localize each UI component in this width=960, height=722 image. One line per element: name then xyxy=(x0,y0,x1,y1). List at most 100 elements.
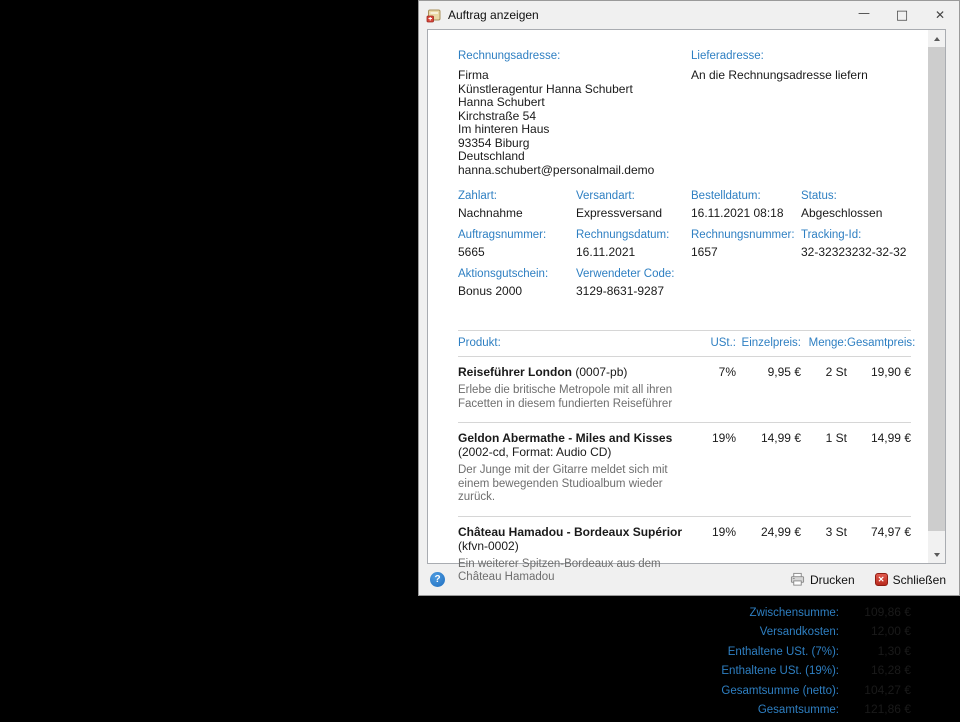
total-row-net: Gesamtsumme (netto): 104,27 € xyxy=(458,683,911,697)
field-value: 1657 xyxy=(691,245,801,259)
totals-section: Zwischensumme: 109,86 € Versandkosten: 1… xyxy=(458,605,911,717)
header-product: Produkt: xyxy=(458,331,706,357)
field-value: 16.11.2021 xyxy=(576,245,691,259)
field-row-2: Auftragsnummer: 5665 Rechnungsdatum: 16.… xyxy=(458,229,911,268)
maximize-button[interactable]: □ xyxy=(883,1,921,29)
product-quantity: 2 St xyxy=(801,357,847,423)
app-icon xyxy=(426,7,442,23)
close-icon: ✕ xyxy=(935,8,945,22)
product-cell: Geldon Abermathe - Miles and Kisses (200… xyxy=(458,423,706,517)
printer-icon xyxy=(790,572,805,587)
titlebar[interactable]: Auftrag anzeigen — □ ✕ xyxy=(419,1,959,29)
total-value: 16,28 € xyxy=(839,663,911,677)
print-button[interactable]: Drucken xyxy=(790,572,855,587)
product-total: 14,99 € xyxy=(847,423,911,517)
shipping-address-value: An die Rechnungsadresse liefern xyxy=(691,69,911,83)
field-label: Rechnungsnummer: xyxy=(691,229,801,241)
order-detail-panel: Rechnungsadresse: Firma Künstleragentur … xyxy=(427,29,946,564)
shipping-address-block: Lieferadresse: An die Rechnungsadresse l… xyxy=(691,50,911,177)
billing-line-company-type: Firma xyxy=(458,69,691,83)
field-order-date: Bestelldatum: 16.11.2021 08:18 xyxy=(691,190,801,229)
field-value: 3129-8631-9287 xyxy=(576,284,691,298)
product-name: Reiseführer London xyxy=(458,365,572,379)
print-button-label: Drucken xyxy=(810,573,855,587)
billing-line-company: Künstleragentur Hanna Schubert xyxy=(458,83,691,97)
product-name-line: Geldon Abermathe - Miles and Kisses (200… xyxy=(458,431,696,459)
product-cell: Reiseführer London (0007-pb) Erlebe die … xyxy=(458,357,706,423)
total-value: 121,86 € xyxy=(839,702,911,716)
products-table: Produkt: USt.: Einzelpreis: Menge: Gesam… xyxy=(458,330,911,596)
minimize-button[interactable]: — xyxy=(845,1,883,29)
product-unit-price: 9,95 € xyxy=(736,357,801,423)
total-row-subtotal: Zwischensumme: 109,86 € xyxy=(458,605,911,619)
product-name: Château Hamadou - Bordeaux Supérior xyxy=(458,525,682,539)
total-row-vat19: Enthaltene USt. (19%): 16,28 € xyxy=(458,663,911,677)
field-label: Tracking-Id: xyxy=(801,229,911,241)
product-row: Reiseführer London (0007-pb) Erlebe die … xyxy=(458,357,911,423)
field-payment: Zahlart: Nachnahme xyxy=(458,190,576,229)
field-shipping-method: Versandart: Expressversand xyxy=(576,190,691,229)
scrollbar-thumb[interactable] xyxy=(928,47,945,531)
field-value: Expressversand xyxy=(576,206,691,220)
product-name-line: Reiseführer London (0007-pb) xyxy=(458,365,696,379)
field-invoice-date: Rechnungsdatum: 16.11.2021 xyxy=(576,229,691,268)
billing-line-name: Hanna Schubert xyxy=(458,96,691,110)
shipping-address-label: Lieferadresse: xyxy=(691,50,911,62)
vertical-scrollbar[interactable] xyxy=(928,30,945,563)
header-unit-price: Einzelpreis: xyxy=(736,331,801,357)
total-label: Zwischensumme: xyxy=(750,607,839,619)
field-invoice-number: Rechnungsnummer: 1657 xyxy=(691,229,801,268)
product-quantity: 1 St xyxy=(801,423,847,517)
product-description: Erlebe die britische Metropole mit all i… xyxy=(458,384,696,411)
total-value: 109,86 € xyxy=(839,605,911,619)
field-label: Rechnungsdatum: xyxy=(576,229,691,241)
window-title: Auftrag anzeigen xyxy=(448,8,539,22)
caption-buttons: — □ ✕ xyxy=(845,1,959,29)
total-label: Enthaltene USt. (7%): xyxy=(728,646,839,658)
product-vat: 7% xyxy=(706,357,736,423)
product-name: Geldon Abermathe - Miles and Kisses xyxy=(458,431,672,445)
scroll-up-button[interactable] xyxy=(928,30,945,47)
field-label: Bestelldatum: xyxy=(691,190,801,202)
billing-line-city: 93354 Biburg xyxy=(458,137,691,151)
field-label: Status: xyxy=(801,190,911,202)
order-detail-window: Auftrag anzeigen — □ ✕ Rechnungsadresse:… xyxy=(418,0,960,596)
product-code: (kfvn-0002) xyxy=(458,539,519,553)
field-row-3: Aktionsgutschein: Bonus 2000 Verwendeter… xyxy=(458,268,911,307)
billing-address-label: Rechnungsadresse: xyxy=(458,50,691,62)
minimize-icon: — xyxy=(858,6,870,20)
field-value: 5665 xyxy=(458,245,576,259)
question-mark-icon: ? xyxy=(434,574,440,585)
header-total: Gesamtpreis: xyxy=(847,331,911,357)
field-label: Versandart: xyxy=(576,190,691,202)
scroll-down-icon xyxy=(934,553,940,557)
close-dialog-button[interactable]: ✕ Schließen xyxy=(875,573,946,587)
header-quantity: Menge: xyxy=(801,331,847,357)
field-value: Nachnahme xyxy=(458,206,576,220)
help-button[interactable]: ? xyxy=(430,572,445,587)
field-promo-voucher: Aktionsgutschein: Bonus 2000 xyxy=(458,268,576,307)
scroll-down-button[interactable] xyxy=(928,546,945,563)
close-red-icon: ✕ xyxy=(875,573,888,586)
product-code: (2002-cd, Format: Audio CD) xyxy=(458,445,611,459)
field-row-1: Zahlart: Nachnahme Versandart: Expressve… xyxy=(458,190,911,229)
close-button[interactable]: ✕ xyxy=(921,1,959,29)
maximize-icon: □ xyxy=(896,8,908,23)
field-value: 32-32323232-32-32 xyxy=(801,245,911,259)
field-used-code: Verwendeter Code: 3129-8631-9287 xyxy=(576,268,691,307)
billing-address-block: Rechnungsadresse: Firma Künstleragentur … xyxy=(458,50,691,177)
billing-line-email: hanna.schubert@personalmail.demo xyxy=(458,164,691,178)
field-label: Auftragsnummer: xyxy=(458,229,576,241)
product-row: Geldon Abermathe - Miles and Kisses (200… xyxy=(458,423,911,517)
field-order-number: Auftragsnummer: 5665 xyxy=(458,229,576,268)
address-section: Rechnungsadresse: Firma Künstleragentur … xyxy=(458,50,911,177)
field-tracking-id: Tracking-Id: 32-32323232-32-32 xyxy=(801,229,911,268)
products-header-row: Produkt: USt.: Einzelpreis: Menge: Gesam… xyxy=(458,331,911,357)
field-label: Verwendeter Code: xyxy=(576,268,691,280)
field-value: Bonus 2000 xyxy=(458,284,576,298)
field-value: 16.11.2021 08:18 xyxy=(691,206,801,220)
product-vat: 19% xyxy=(706,423,736,517)
order-detail-content: Rechnungsadresse: Firma Künstleragentur … xyxy=(458,50,911,722)
total-row-shipping: Versandkosten: 12,00 € xyxy=(458,624,911,638)
close-button-label: Schließen xyxy=(893,573,946,587)
